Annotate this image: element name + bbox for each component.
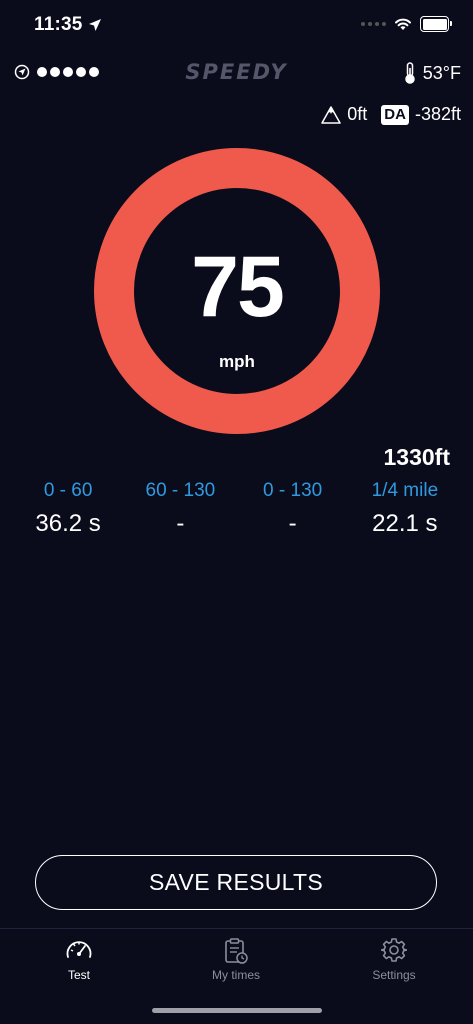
metric-label: 60 - 130 bbox=[145, 480, 216, 501]
cellular-signal-icon bbox=[361, 22, 386, 26]
location-arrow-icon bbox=[88, 19, 101, 31]
tab-settings[interactable]: Settings bbox=[339, 937, 449, 982]
speed-unit: mph bbox=[219, 352, 255, 371]
speedometer-icon bbox=[66, 941, 92, 958]
tab-test[interactable]: Test bbox=[24, 937, 134, 982]
tab-label: Settings bbox=[372, 968, 416, 982]
density-altitude-value: -382ft bbox=[414, 104, 461, 124]
speed-value: 75 bbox=[191, 239, 285, 335]
mountain-icon bbox=[321, 105, 342, 124]
metric-label: 0 - 60 bbox=[43, 480, 93, 501]
clipboard-clock-icon bbox=[225, 938, 248, 964]
tab-label: Test bbox=[67, 968, 90, 982]
tab-label: My times bbox=[212, 968, 260, 982]
save-results-button[interactable]: SAVE RESULTS bbox=[35, 855, 437, 910]
clock-text: 11:35 bbox=[34, 14, 83, 35]
distance-value: 1330ft bbox=[383, 444, 450, 470]
gear-icon bbox=[381, 938, 407, 962]
metric-0-60: 0 - 60 36.2 s bbox=[12, 478, 124, 544]
density-altitude-badge: DA bbox=[381, 104, 409, 125]
metric-value: - bbox=[288, 510, 297, 537]
temperature-readout: 53°F bbox=[403, 62, 461, 84]
status-bar-indicators bbox=[361, 16, 452, 32]
wifi-icon bbox=[395, 18, 411, 30]
speed-gauge: 75 mph bbox=[94, 148, 380, 434]
metric-label: 0 - 130 bbox=[263, 480, 323, 501]
metric-label: 1/4 mile bbox=[371, 480, 439, 501]
altitude-readout: 0ft DA -382ft bbox=[321, 104, 461, 125]
status-bar-time: 11:35 bbox=[34, 14, 102, 36]
altitude-value: 0ft bbox=[347, 104, 368, 124]
metric-value: 22.1 s bbox=[372, 510, 438, 537]
home-indicator[interactable] bbox=[152, 1008, 322, 1013]
metric-60-130: 60 - 130 - bbox=[124, 478, 236, 544]
metric-quarter-mile: 1/4 mile 22.1 s bbox=[349, 478, 461, 544]
temperature-value: 53°F bbox=[422, 62, 461, 83]
battery-icon bbox=[420, 16, 452, 32]
metric-value: - bbox=[176, 510, 185, 537]
speedy-screen: 11:35 SPEEDY 53°F 0ft DA -382ft 75 mph 1… bbox=[0, 0, 473, 1024]
metric-value: 36.2 s bbox=[35, 510, 101, 537]
thermometer-icon bbox=[405, 62, 415, 84]
tab-my-times[interactable]: My times bbox=[181, 937, 291, 982]
metric-0-130: 0 - 130 - bbox=[237, 478, 349, 544]
metrics-grid: 0 - 60 36.2 s 60 - 130 - 0 - 130 - 1/4 m… bbox=[12, 478, 461, 544]
